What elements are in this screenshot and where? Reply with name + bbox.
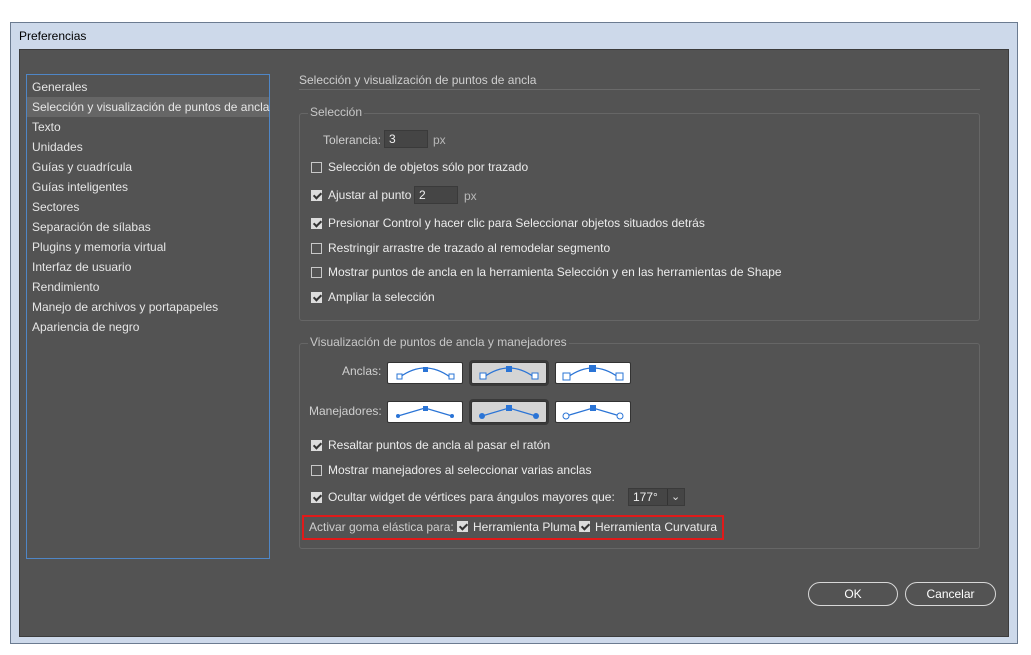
tolerance-label: Tolerancia: xyxy=(323,133,382,147)
label-ampliar-seleccion: Ampliar la selección xyxy=(328,290,435,304)
label-herramienta-curvatura: Herramienta Curvatura xyxy=(595,520,718,534)
handle-hollow-icon xyxy=(562,405,624,420)
seleccion-legend: Selección xyxy=(308,105,365,119)
checkbox-resaltar-puntos[interactable] xyxy=(311,440,322,451)
visualizacion-legend: Visualización de puntos de ancla y manej… xyxy=(308,335,569,349)
rubber-band-label: Activar goma elástica para: xyxy=(309,520,454,534)
anchor-medium-icon xyxy=(479,366,539,380)
sidebar-item-apariencia-negro[interactable]: Apariencia de negro xyxy=(27,317,269,337)
checkbox-herramienta-curvatura[interactable] xyxy=(579,521,590,532)
handle-small-icon xyxy=(396,406,454,418)
ajustar-punto-unit: px xyxy=(464,189,477,203)
label-mostrar-puntos-ancla: Mostrar puntos de ancla en la herramient… xyxy=(328,265,782,279)
handle-solid-icon xyxy=(479,405,539,419)
angle-dropdown[interactable]: 177° ⌄ xyxy=(628,488,685,506)
ajustar-punto-input[interactable]: 2 xyxy=(414,186,458,204)
window-title: Preferencias xyxy=(19,29,87,43)
manejadores-label: Manejadores: xyxy=(309,404,382,418)
sidebar-item-guias-cuadricula[interactable]: Guías y cuadrícula xyxy=(27,157,269,177)
label-seleccion-trazado: Selección de objetos sólo por trazado xyxy=(328,160,529,174)
tolerance-unit: px xyxy=(433,133,446,147)
sidebar-item-unidades[interactable]: Unidades xyxy=(27,137,269,157)
dropdown-divider xyxy=(667,489,668,505)
label-restringir-arrastre: Restringir arrastre de trazado al remode… xyxy=(328,241,611,255)
sidebar-item-seleccion[interactable]: Selección y visualización de puntos de a… xyxy=(27,97,269,117)
label-resaltar-puntos: Resaltar puntos de ancla al pasar el rat… xyxy=(328,438,551,452)
checkbox-seleccion-trazado[interactable] xyxy=(311,162,322,173)
checkbox-control-clic[interactable] xyxy=(311,218,322,229)
section-title: Selección y visualización de puntos de a… xyxy=(299,73,537,87)
anclas-label: Anclas: xyxy=(342,364,382,378)
section-divider xyxy=(299,89,980,90)
sidebar-item-separacion[interactable]: Separación de sílabas xyxy=(27,217,269,237)
handle-style-hollow-button[interactable] xyxy=(555,401,631,423)
checkbox-mostrar-manejadores[interactable] xyxy=(311,465,322,476)
angle-value: 177° xyxy=(633,490,658,504)
anchor-style-medium-button[interactable] xyxy=(469,360,549,386)
checkbox-mostrar-puntos-ancla[interactable] xyxy=(311,267,322,278)
category-list[interactable]: Generales Selección y visualización de p… xyxy=(26,74,270,559)
sidebar-item-guias-inteligentes[interactable]: Guías inteligentes xyxy=(27,177,269,197)
sidebar-item-manejo-archivos[interactable]: Manejo de archivos y portapapeles xyxy=(27,297,269,317)
label-mostrar-manejadores: Mostrar manejadores al seleccionar varia… xyxy=(328,463,592,477)
checkbox-herramienta-pluma[interactable] xyxy=(457,521,468,532)
label-ocultar-widget: Ocultar widget de vértices para ángulos … xyxy=(328,490,615,504)
handle-style-solid-button[interactable] xyxy=(469,399,549,425)
checkbox-ocultar-widget[interactable] xyxy=(311,492,322,503)
anchor-style-small-button[interactable] xyxy=(387,362,463,384)
sidebar-item-texto[interactable]: Texto xyxy=(27,117,269,137)
chevron-down-icon: ⌄ xyxy=(671,491,681,503)
anchor-small-icon xyxy=(396,367,455,380)
anchor-large-icon xyxy=(562,365,624,381)
label-herramienta-pluma: Herramienta Pluma xyxy=(473,520,577,534)
tolerance-input[interactable]: 3 xyxy=(384,130,428,148)
sidebar-item-interfaz[interactable]: Interfaz de usuario xyxy=(27,257,269,277)
ok-button[interactable]: OK xyxy=(808,582,898,606)
title-bar[interactable]: Preferencias xyxy=(11,23,1017,49)
anchor-style-large-button[interactable] xyxy=(555,362,631,384)
sidebar-item-sectores[interactable]: Sectores xyxy=(27,197,269,217)
cancel-button[interactable]: Cancelar xyxy=(905,582,996,606)
sidebar-item-generales[interactable]: Generales xyxy=(27,77,269,97)
label-ajustar-punto: Ajustar al punto xyxy=(328,188,412,202)
checkbox-ampliar-seleccion[interactable] xyxy=(311,292,322,303)
checkbox-restringir-arrastre[interactable] xyxy=(311,243,322,254)
sidebar-item-rendimiento[interactable]: Rendimiento xyxy=(27,277,269,297)
handle-style-small-button[interactable] xyxy=(387,401,463,423)
checkbox-ajustar-punto[interactable] xyxy=(311,190,322,201)
label-control-clic: Presionar Control y hacer clic para Sele… xyxy=(328,216,705,230)
sidebar-item-plugins[interactable]: Plugins y memoria virtual xyxy=(27,237,269,257)
